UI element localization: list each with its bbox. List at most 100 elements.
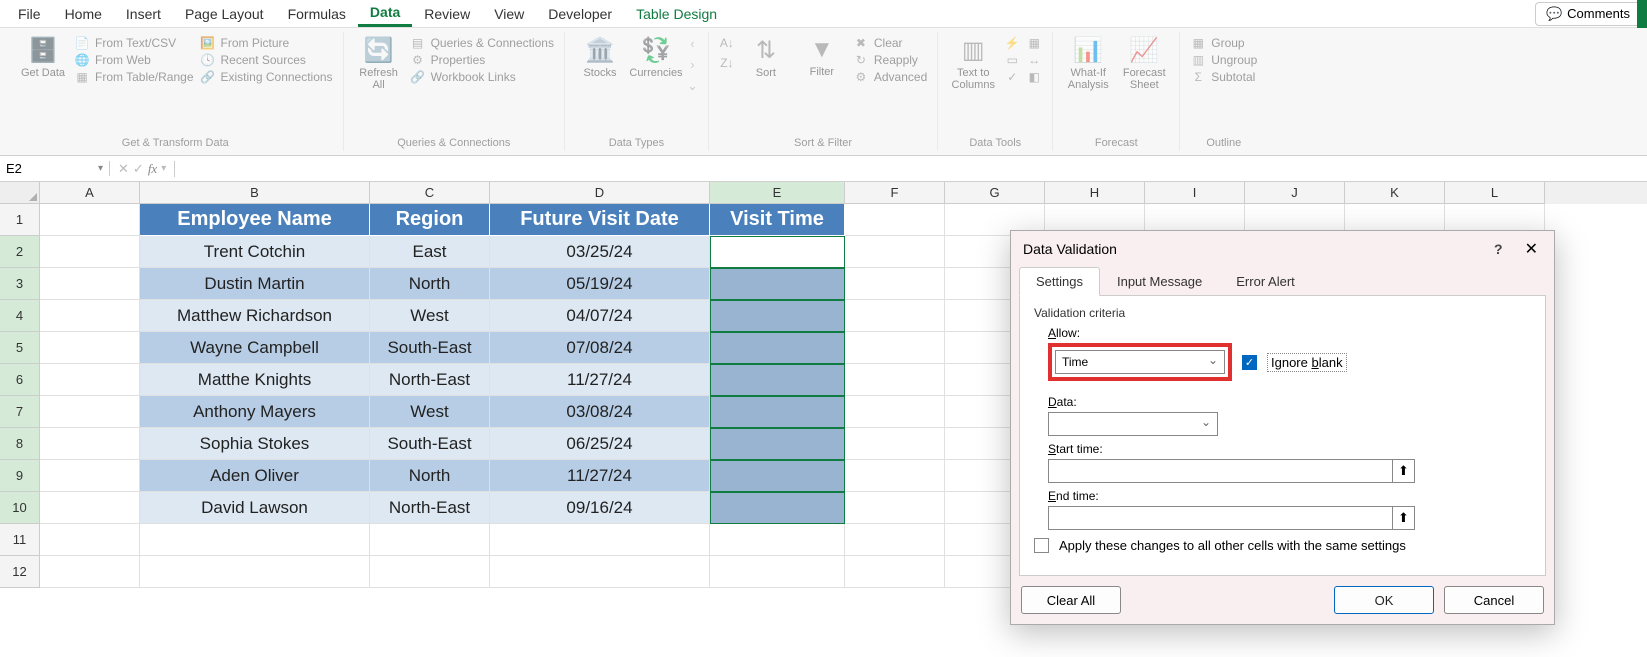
- col-header-B[interactable]: B: [140, 182, 370, 204]
- dlg-tab-input-message[interactable]: Input Message: [1100, 267, 1219, 296]
- col-header-F[interactable]: F: [845, 182, 945, 204]
- cell-C12[interactable]: [370, 556, 490, 588]
- from-table-range[interactable]: ▦From Table/Range: [74, 70, 194, 84]
- help-icon[interactable]: ?: [1494, 241, 1503, 257]
- remove-duplicates[interactable]: ▭: [1004, 53, 1020, 67]
- from-picture[interactable]: 🖼️From Picture: [200, 36, 333, 50]
- data-validation[interactable]: ✓: [1004, 70, 1020, 84]
- cell-A3[interactable]: [40, 268, 140, 300]
- clear-all-button[interactable]: Clear All: [1021, 586, 1121, 614]
- ok-button[interactable]: OK: [1334, 586, 1434, 614]
- tab-developer[interactable]: Developer: [536, 2, 624, 26]
- manage-data-model[interactable]: ◧: [1026, 70, 1042, 84]
- stocks-button[interactable]: 🏛️Stocks: [575, 36, 625, 79]
- cell-B3[interactable]: Dustin Martin: [140, 268, 370, 300]
- cell-E1[interactable]: Visit Time: [710, 204, 845, 236]
- filter-button[interactable]: ▼Filter: [797, 36, 847, 78]
- cell-E11[interactable]: [710, 524, 845, 556]
- cell-D7[interactable]: 03/08/24: [490, 396, 710, 428]
- col-header-C[interactable]: C: [370, 182, 490, 204]
- col-header-H[interactable]: H: [1045, 182, 1145, 204]
- cell-F2[interactable]: [845, 236, 945, 268]
- cell-E10[interactable]: [710, 492, 845, 524]
- row-header-4[interactable]: 4: [0, 300, 40, 332]
- cell-C1[interactable]: Region: [370, 204, 490, 236]
- cell-C2[interactable]: East: [370, 236, 490, 268]
- consolidate[interactable]: ▦: [1026, 36, 1042, 50]
- subtotal[interactable]: ΣSubtotal: [1190, 70, 1257, 84]
- queries-connections[interactable]: ▤Queries & Connections: [410, 36, 554, 50]
- cell-F1[interactable]: [845, 204, 945, 236]
- cell-B1[interactable]: Employee Name: [140, 204, 370, 236]
- what-if-button[interactable]: 📊What-If Analysis: [1063, 36, 1113, 91]
- cell-C7[interactable]: West: [370, 396, 490, 428]
- cell-C11[interactable]: [370, 524, 490, 556]
- cell-E2[interactable]: [710, 236, 845, 268]
- start-time-input[interactable]: [1048, 459, 1393, 483]
- cell-E9[interactable]: [710, 460, 845, 492]
- cell-F5[interactable]: [845, 332, 945, 364]
- tab-formulas[interactable]: Formulas: [276, 2, 358, 26]
- cell-A6[interactable]: [40, 364, 140, 396]
- row-header-6[interactable]: 6: [0, 364, 40, 396]
- cell-A5[interactable]: [40, 332, 140, 364]
- cell-A1[interactable]: [40, 204, 140, 236]
- tab-insert[interactable]: Insert: [114, 2, 173, 26]
- cancel-button[interactable]: Cancel: [1444, 586, 1544, 614]
- col-header-J[interactable]: J: [1245, 182, 1345, 204]
- cell-C6[interactable]: North-East: [370, 364, 490, 396]
- row-header-11[interactable]: 11: [0, 524, 40, 556]
- cell-E8[interactable]: [710, 428, 845, 460]
- cell-D6[interactable]: 11/27/24: [490, 364, 710, 396]
- col-header-A[interactable]: A: [40, 182, 140, 204]
- cell-D2[interactable]: 03/25/24: [490, 236, 710, 268]
- cell-C4[interactable]: West: [370, 300, 490, 332]
- cell-C8[interactable]: South-East: [370, 428, 490, 460]
- cell-E3[interactable]: [710, 268, 845, 300]
- tab-page-layout[interactable]: Page Layout: [173, 2, 276, 26]
- recent-sources[interactable]: 🕓Recent Sources: [200, 53, 333, 67]
- tab-file[interactable]: File: [6, 2, 53, 26]
- cell-C3[interactable]: North: [370, 268, 490, 300]
- flash-fill[interactable]: ⚡: [1004, 36, 1020, 50]
- refresh-all-button[interactable]: 🔄 Refresh All: [354, 36, 404, 91]
- cell-A8[interactable]: [40, 428, 140, 460]
- row-header-8[interactable]: 8: [0, 428, 40, 460]
- row-header-7[interactable]: 7: [0, 396, 40, 428]
- collapse-ribbon-stub[interactable]: [1637, 0, 1647, 28]
- cell-E4[interactable]: [710, 300, 845, 332]
- tab-view[interactable]: View: [482, 2, 536, 26]
- properties[interactable]: ⚙Properties: [410, 53, 554, 67]
- col-header-E[interactable]: E: [710, 182, 845, 204]
- cell-E7[interactable]: [710, 396, 845, 428]
- comments-button[interactable]: 💬 Comments: [1535, 2, 1641, 26]
- from-web[interactable]: 🌐From Web: [74, 53, 194, 67]
- cell-A11[interactable]: [40, 524, 140, 556]
- cell-B11[interactable]: [140, 524, 370, 556]
- cell-D8[interactable]: 06/25/24: [490, 428, 710, 460]
- group-rows[interactable]: ▦Group: [1190, 36, 1257, 50]
- sort-button[interactable]: ⇅Sort: [741, 36, 791, 79]
- cell-F4[interactable]: [845, 300, 945, 332]
- chevron-right-icon[interactable]: ›: [690, 57, 694, 72]
- cell-A10[interactable]: [40, 492, 140, 524]
- dialog-titlebar[interactable]: Data Validation ? ✕: [1011, 231, 1554, 267]
- cancel-formula-icon[interactable]: ✕: [118, 161, 129, 177]
- cell-D12[interactable]: [490, 556, 710, 588]
- cell-B7[interactable]: Anthony Mayers: [140, 396, 370, 428]
- text-to-columns-button[interactable]: ▥Text to Columns: [948, 36, 998, 91]
- clear-filter[interactable]: ✖Clear: [853, 36, 927, 50]
- chevron-down-icon[interactable]: ▾: [161, 163, 166, 174]
- existing-connections[interactable]: 🔗Existing Connections: [200, 70, 333, 84]
- row-header-1[interactable]: 1: [0, 204, 40, 236]
- cell-B10[interactable]: David Lawson: [140, 492, 370, 524]
- row-header-10[interactable]: 10: [0, 492, 40, 524]
- cell-D4[interactable]: 04/07/24: [490, 300, 710, 332]
- cell-F6[interactable]: [845, 364, 945, 396]
- chevron-down-icon[interactable]: ⌄: [687, 78, 698, 94]
- cell-B2[interactable]: Trent Cotchin: [140, 236, 370, 268]
- cell-F10[interactable]: [845, 492, 945, 524]
- cell-D11[interactable]: [490, 524, 710, 556]
- dlg-tab-error-alert[interactable]: Error Alert: [1219, 267, 1312, 296]
- sort-desc[interactable]: Z↓: [719, 56, 735, 70]
